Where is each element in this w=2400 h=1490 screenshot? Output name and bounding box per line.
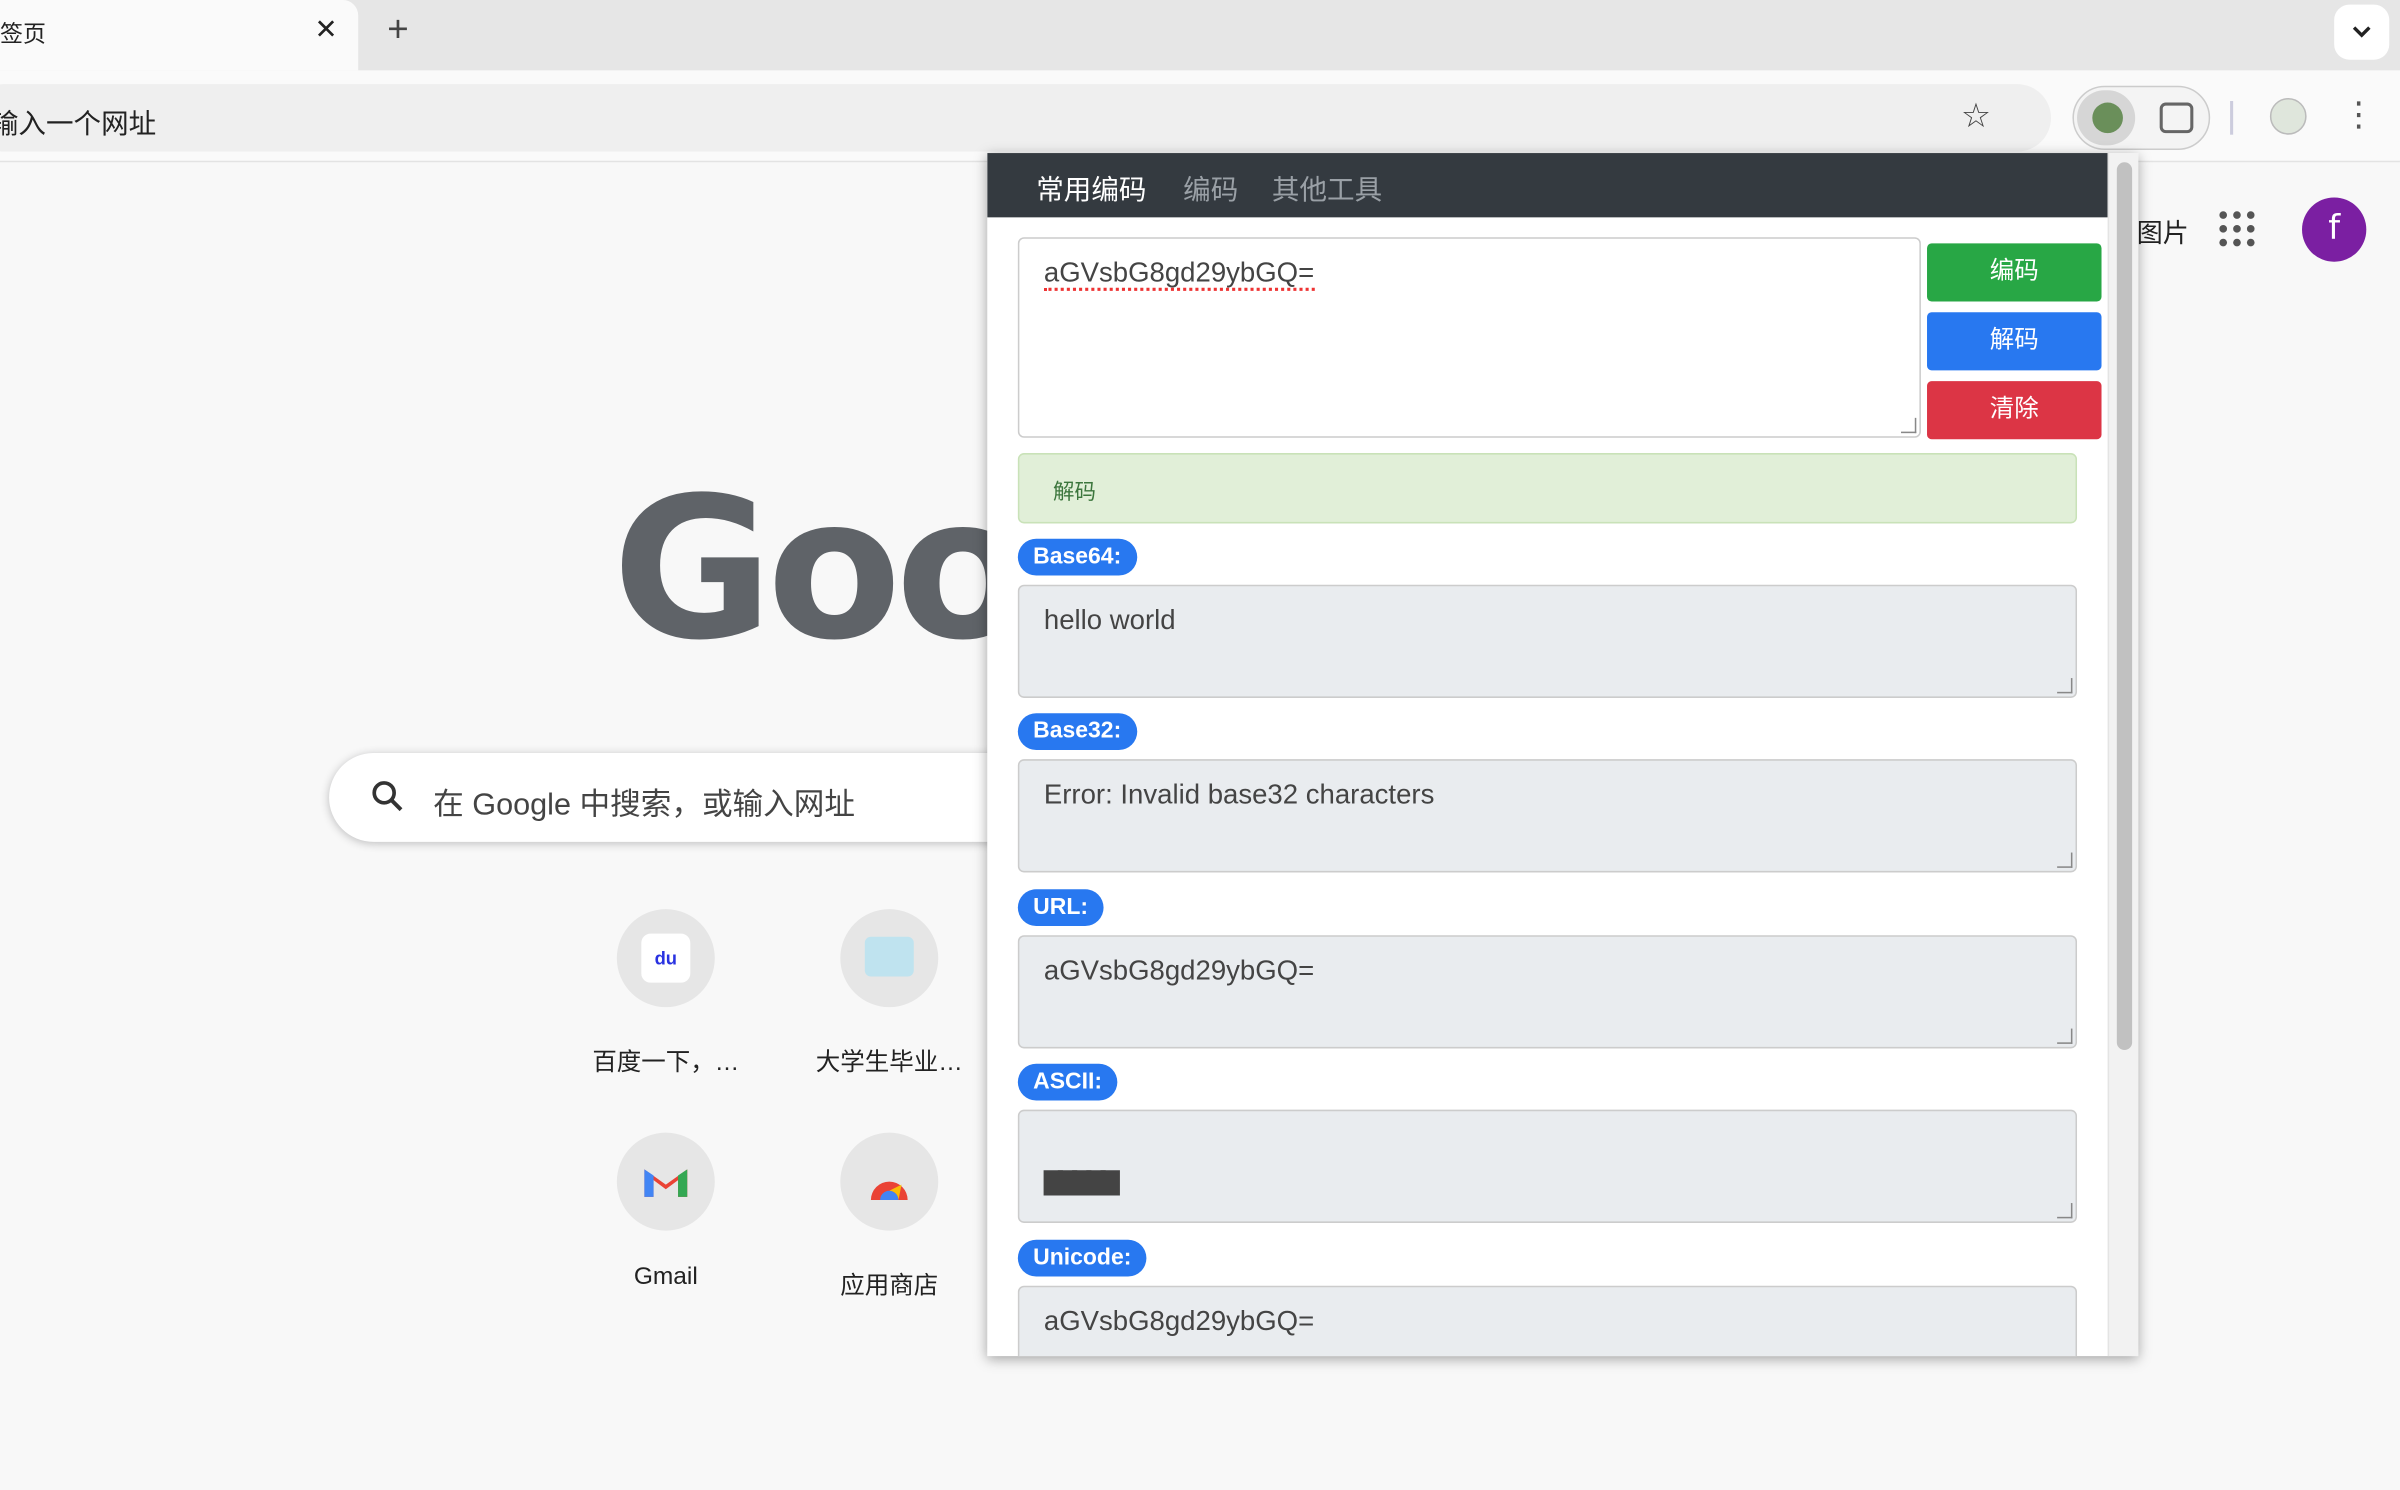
encoder-extension-button[interactable] <box>2077 90 2136 146</box>
unicode-output[interactable]: aGVsbG8gd29ybGQ= <box>1017 1285 2078 1357</box>
status-alert: 解码 <box>1017 453 2078 524</box>
baidu-icon: du <box>641 933 691 983</box>
base64-output-value: hello world <box>1043 604 1176 636</box>
decode-button[interactable]: 解码 <box>1927 312 2102 371</box>
google-apps-icon[interactable] <box>2219 211 2256 248</box>
input-value: aGVsbG8gd29ybGQ= <box>1043 257 1315 291</box>
resize-grip[interactable] <box>2057 1203 2073 1219</box>
scroll-thumb[interactable] <box>2116 162 2133 1050</box>
toolbar-divider <box>2230 101 2234 135</box>
frog-extension-icon <box>2092 102 2123 134</box>
shortcut-icon-bg <box>616 1132 715 1231</box>
resize-grip[interactable] <box>1901 417 1917 434</box>
base32-badge: Base32: <box>1017 713 1137 750</box>
chevron-down-icon <box>2352 26 2371 38</box>
clear-button[interactable]: 清除 <box>1927 381 2102 440</box>
base64-badge: Base64: <box>1017 538 1137 576</box>
puzzle-extensions-icon[interactable] <box>2159 102 2194 134</box>
shortcut-label: 百度一下，… <box>592 1049 740 1077</box>
browser-tab[interactable]: 新标签页 ✕ <box>0 0 359 71</box>
shortcut-tile[interactable]: du 百度一下，… <box>566 909 765 1077</box>
ascii-output-value: ▇▇▇▇▇ <box>1043 1169 1120 1196</box>
base64-output[interactable]: hello world <box>1017 584 2078 698</box>
encode-button[interactable]: 编码 <box>1927 243 2102 302</box>
url-output[interactable]: aGVsbG8gd29ybGQ= <box>1017 935 2078 1049</box>
omnibox-placeholder: 在 Google 中搜索，或输入一个网址 <box>0 108 157 140</box>
shortcut-tile[interactable]: Gmail <box>566 1132 765 1301</box>
account-avatar[interactable]: f <box>2302 197 2367 262</box>
shortcut-icon-bg <box>840 909 939 1008</box>
tab-strip: 新标签页 ✕ + <box>0 0 2400 71</box>
chrome-menu-icon[interactable]: ⋮ <box>2342 92 2376 138</box>
search-placeholder: 在 Google 中搜索，或输入网址 <box>433 788 856 822</box>
search-icon <box>372 781 403 812</box>
shortcut-label: 应用商店 <box>840 1273 939 1300</box>
resize-grip[interactable] <box>2057 678 2073 694</box>
popup-scrollbar[interactable] <box>2107 153 2139 1357</box>
omnibox[interactable]: 在 Google 中搜索，或输入一个网址 ☆ <box>0 84 2052 152</box>
popup-nav: 常用编码 编码 其他工具 <box>987 153 2108 218</box>
web-store-icon <box>870 1181 908 1200</box>
unicode-badge: Unicode: <box>1017 1239 1147 1277</box>
tab-other-tools[interactable]: 其他工具 <box>1272 168 1382 208</box>
profile-avatar-icon[interactable] <box>2269 97 2307 135</box>
base32-output[interactable]: Error: Invalid base32 characters <box>1017 759 2078 873</box>
url-output-value: aGVsbG8gd29ybGQ= <box>1043 955 1315 986</box>
shortcut-tile[interactable]: 应用商店 <box>790 1132 989 1301</box>
shortcut-icon-bg <box>840 1132 939 1231</box>
bookmark-star-icon[interactable]: ☆ <box>1956 96 1996 136</box>
shortcut-icon-bg: du <box>616 909 715 1008</box>
ascii-badge: ASCII: <box>1017 1063 1118 1101</box>
resize-grip[interactable] <box>2057 852 2073 868</box>
gmail-icon <box>644 1169 688 1197</box>
tab-title: 新标签页 <box>0 21 46 48</box>
images-link[interactable]: 图片 <box>2137 211 2189 249</box>
toolbar: 在 Google 中搜索，或输入一个网址 ☆ ⋮ <box>0 70 2400 163</box>
extension-popup: 常用编码 编码 其他工具 aGVsbG8gd29ybGQ= 编码 解码 清除 解… <box>987 153 2139 1357</box>
shortcut-tile[interactable]: 大学生毕业… <box>790 909 989 1077</box>
unicode-output-value: aGVsbG8gd29ybGQ= <box>1043 1305 1315 1337</box>
envelope-icon <box>864 936 914 977</box>
url-badge: URL: <box>1017 889 1104 927</box>
resize-grip[interactable] <box>2057 1028 2073 1044</box>
shortcut-label: Gmail <box>633 1264 698 1291</box>
base32-output-value: Error: Invalid base32 characters <box>1043 779 1435 810</box>
ascii-output[interactable]: ▇▇▇▇▇ <box>1017 1109 2078 1223</box>
extensions-group <box>2072 85 2211 150</box>
tab-encoding[interactable]: 编码 <box>1183 168 1238 208</box>
close-tab-icon[interactable]: ✕ <box>312 12 340 46</box>
screen: 新标签页 ✕ + 在 Google 中搜索，或输入一个网址 ☆ ⋮ 图片 f G… <box>0 0 2400 1490</box>
tab-common-encoding[interactable]: 常用编码 <box>1036 168 1146 208</box>
input-textarea[interactable]: aGVsbG8gd29ybGQ= <box>1017 237 1921 438</box>
new-tab-button[interactable]: + <box>380 9 417 52</box>
shortcut-label: 大学生毕业… <box>815 1049 963 1077</box>
tab-search-button[interactable] <box>2334 4 2390 60</box>
